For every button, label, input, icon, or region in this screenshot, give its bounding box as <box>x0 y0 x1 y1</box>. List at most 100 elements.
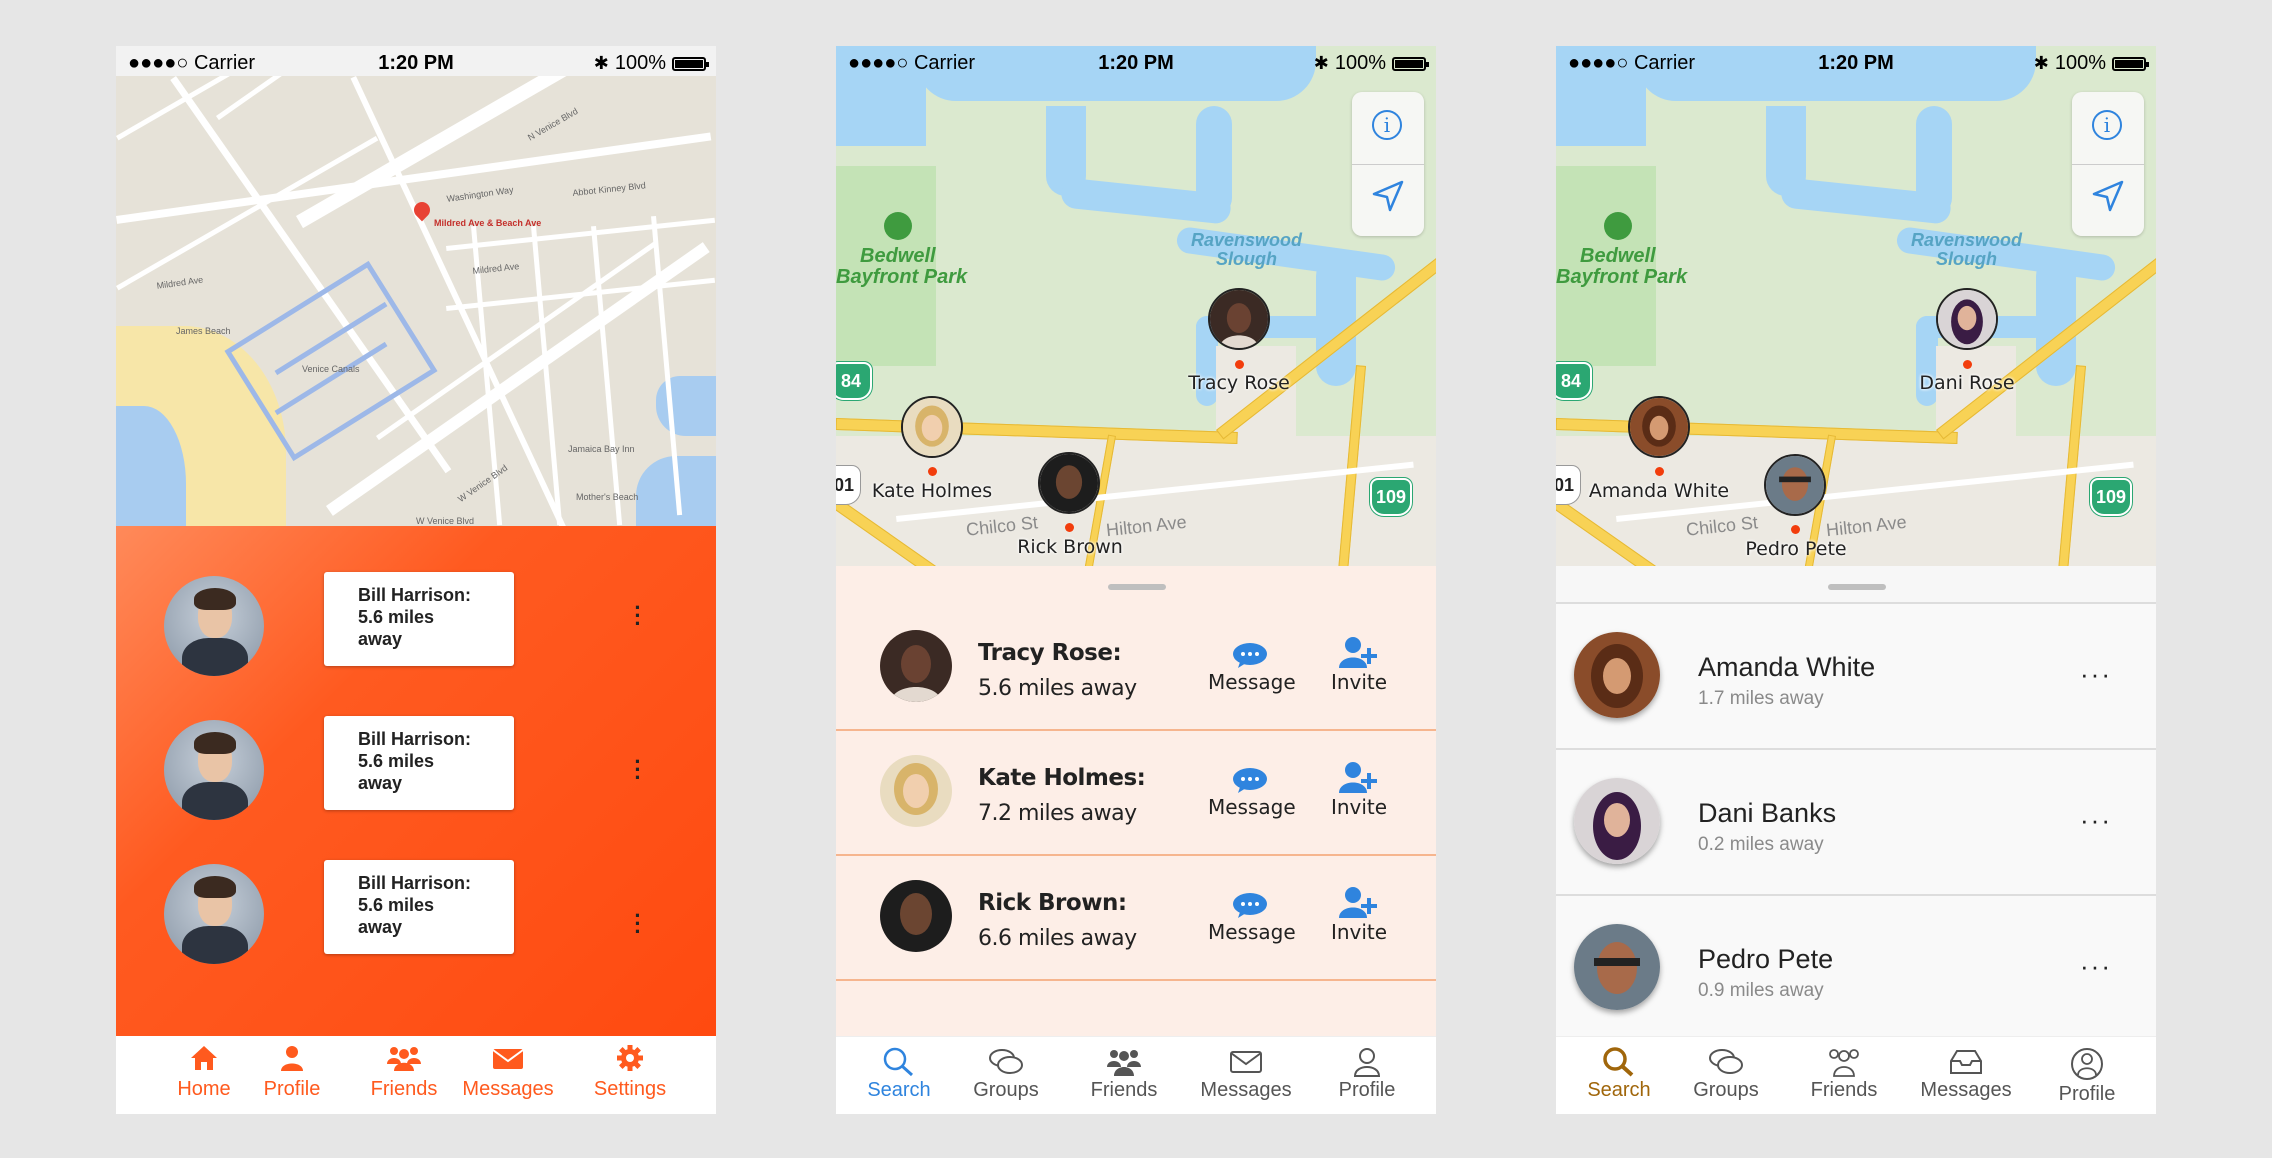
street-map[interactable]: N Venice Blvd Washington Way Abbot Kinne… <box>116 76 716 526</box>
more-options-icon[interactable]: ··· <box>2080 661 2112 687</box>
sheet-grabber[interactable] <box>1828 584 1886 590</box>
invite-button[interactable]: Invite <box>1324 636 1394 694</box>
tab-label: Friends <box>370 1078 438 1100</box>
map-label: James Beach <box>176 326 231 336</box>
map-view[interactable]: Bedwell Bayfront Park Ravenswood Slough Ch… <box>836 46 1436 566</box>
location-arrow-icon[interactable] <box>1370 178 1406 214</box>
friends-icon <box>1829 1049 1859 1077</box>
tab-messages[interactable]: Messages <box>456 1044 560 1101</box>
message-label: Message <box>1208 920 1296 944</box>
tab-settings[interactable]: Settings <box>588 1044 672 1101</box>
inbox-icon <box>1950 1050 1982 1074</box>
tab-friends[interactable]: Friends <box>1806 1047 1882 1102</box>
street-1 <box>116 76 483 141</box>
battery-icon <box>2112 56 2149 71</box>
list-item[interactable]: Bill Harrison: 5.6 miles away · · · <box>116 566 716 686</box>
profile-icon <box>2071 1048 2103 1080</box>
search-icon <box>883 1047 914 1077</box>
tab-home[interactable]: Home <box>168 1044 240 1101</box>
friend-name: Kate Holmes: <box>978 765 1146 791</box>
more-options-icon[interactable]: ··· <box>2080 807 2112 833</box>
battery-icon <box>1392 56 1429 71</box>
street-6 <box>531 226 563 526</box>
map-avatar-pin[interactable] <box>1936 288 1998 350</box>
message-button[interactable]: Message <box>1208 642 1296 694</box>
tab-label: Settings <box>593 1078 667 1100</box>
map-pin-name: Amanda White <box>1588 480 1730 502</box>
route-109-shield: 109 <box>1370 478 1412 516</box>
map-avatar-pin[interactable] <box>1208 288 1270 350</box>
map-avatar-pin[interactable] <box>901 396 963 458</box>
phone-screen-2: Bedwell Bayfront Park Ravenswood Slough Ch… <box>836 46 1436 1114</box>
info-icon[interactable]: i <box>2092 110 2122 140</box>
park-label: Bedwell Bayfront Park <box>1556 245 1688 288</box>
friend-name: Tracy Rose: <box>978 640 1122 666</box>
tab-friends[interactable]: Friends <box>1086 1047 1162 1102</box>
tab-messages[interactable]: Messages <box>1916 1047 2016 1102</box>
more-options-icon[interactable]: ··· <box>2080 953 2112 979</box>
tab-profile[interactable]: Profile <box>2052 1047 2122 1106</box>
more-vertical-icon[interactable]: · · · <box>634 905 642 943</box>
map-label: Jamaica Bay Inn <box>568 444 635 454</box>
list-item[interactable]: Amanda White 1.7 miles away ··· <box>1556 602 2156 749</box>
friend-distance: 5.6 miles away <box>978 676 1137 701</box>
battery-indicator: ✱ 100% <box>1314 52 1429 75</box>
map-dot <box>1655 467 1664 476</box>
location-arrow-icon[interactable] <box>2090 178 2126 214</box>
more-vertical-icon[interactable]: · · · <box>634 751 642 789</box>
battery-indicator: ✱ 100% <box>594 52 709 75</box>
battery-percent: 100% <box>614 52 666 74</box>
map-view[interactable]: Bedwell Bayfront Park Ravenswood Slough Ch… <box>1556 46 2156 566</box>
message-button[interactable]: Message <box>1208 892 1296 944</box>
tab-profile[interactable]: Profile <box>1332 1047 1402 1102</box>
tab-groups[interactable]: Groups <box>1686 1047 1766 1102</box>
route-101-shield: 101 <box>836 466 860 504</box>
map-avatar-pin[interactable] <box>1764 454 1826 516</box>
tab-messages[interactable]: Messages <box>1196 1047 1296 1102</box>
map-dot <box>1065 523 1074 532</box>
gear-icon <box>588 1044 672 1078</box>
home-icon <box>168 1044 240 1078</box>
tab-label: Messages <box>462 1078 554 1100</box>
tab-search[interactable]: Search <box>1584 1047 1654 1102</box>
map-avatar-pin[interactable] <box>1628 396 1690 458</box>
friend-distance: 0.2 miles away <box>1698 834 1824 855</box>
map-label: N Venice Blvd <box>526 105 580 143</box>
tab-profile[interactable]: Profile <box>256 1044 328 1101</box>
invite-button[interactable]: Invite <box>1324 886 1394 944</box>
message-button[interactable]: Message <box>1208 767 1296 819</box>
list-item[interactable]: Bill Harrison: 5.6 miles away · · · <box>116 854 716 974</box>
search-icon <box>1603 1047 1634 1077</box>
tab-friends[interactable]: Friends <box>364 1044 444 1101</box>
list-item[interactable]: Dani Banks 0.2 miles away ··· <box>1556 748 2156 895</box>
tab-label: Profile <box>263 1078 321 1100</box>
add-user-icon <box>1339 762 1377 793</box>
map-pin-name: Rick Brown <box>1017 536 1123 558</box>
sheet-grabber[interactable] <box>1108 584 1166 590</box>
more-vertical-icon[interactable]: · · · <box>634 597 642 635</box>
tab-groups[interactable]: Groups <box>966 1047 1046 1102</box>
invite-button[interactable]: Invite <box>1324 761 1394 819</box>
tab-bar: Search Groups Friends Messages Profile <box>1556 1036 2156 1114</box>
friends-icon <box>1107 1050 1141 1076</box>
map-dot <box>928 467 937 476</box>
friend-distance: 0.9 miles away <box>1698 980 1824 1001</box>
avatar <box>164 864 264 964</box>
pin-label: Mildred Ave & Beach Ave <box>434 218 542 228</box>
tab-search[interactable]: Search <box>864 1047 934 1102</box>
map-avatar-pin[interactable] <box>1038 452 1100 514</box>
list-item[interactable]: Tracy Rose: 5.6 miles away Message Invit… <box>836 606 1436 731</box>
list-item[interactable]: Rick Brown: 6.6 miles away Message Invit… <box>836 856 1436 981</box>
map-controls: i <box>2072 92 2144 236</box>
list-item[interactable]: Kate Holmes: 7.2 miles away Message Invi… <box>836 731 1436 856</box>
add-user-icon <box>1339 887 1377 918</box>
list-item[interactable]: Pedro Pete 0.9 miles away ··· <box>1556 894 2156 1041</box>
nearby-list: Bill Harrison: 5.6 miles away · · · Bill Har… <box>116 526 716 1036</box>
map-label: Mother's Beach <box>576 492 639 502</box>
message-label: Message <box>1208 670 1296 694</box>
list-item[interactable]: Bill Harrison: 5.6 miles away · · · <box>116 710 716 830</box>
friend-distance: 1.7 miles away <box>1698 688 1824 709</box>
info-icon[interactable]: i <box>1372 110 1402 140</box>
route-84-shield: 84 <box>836 362 872 400</box>
battery-percent: 100% <box>1334 52 1386 74</box>
